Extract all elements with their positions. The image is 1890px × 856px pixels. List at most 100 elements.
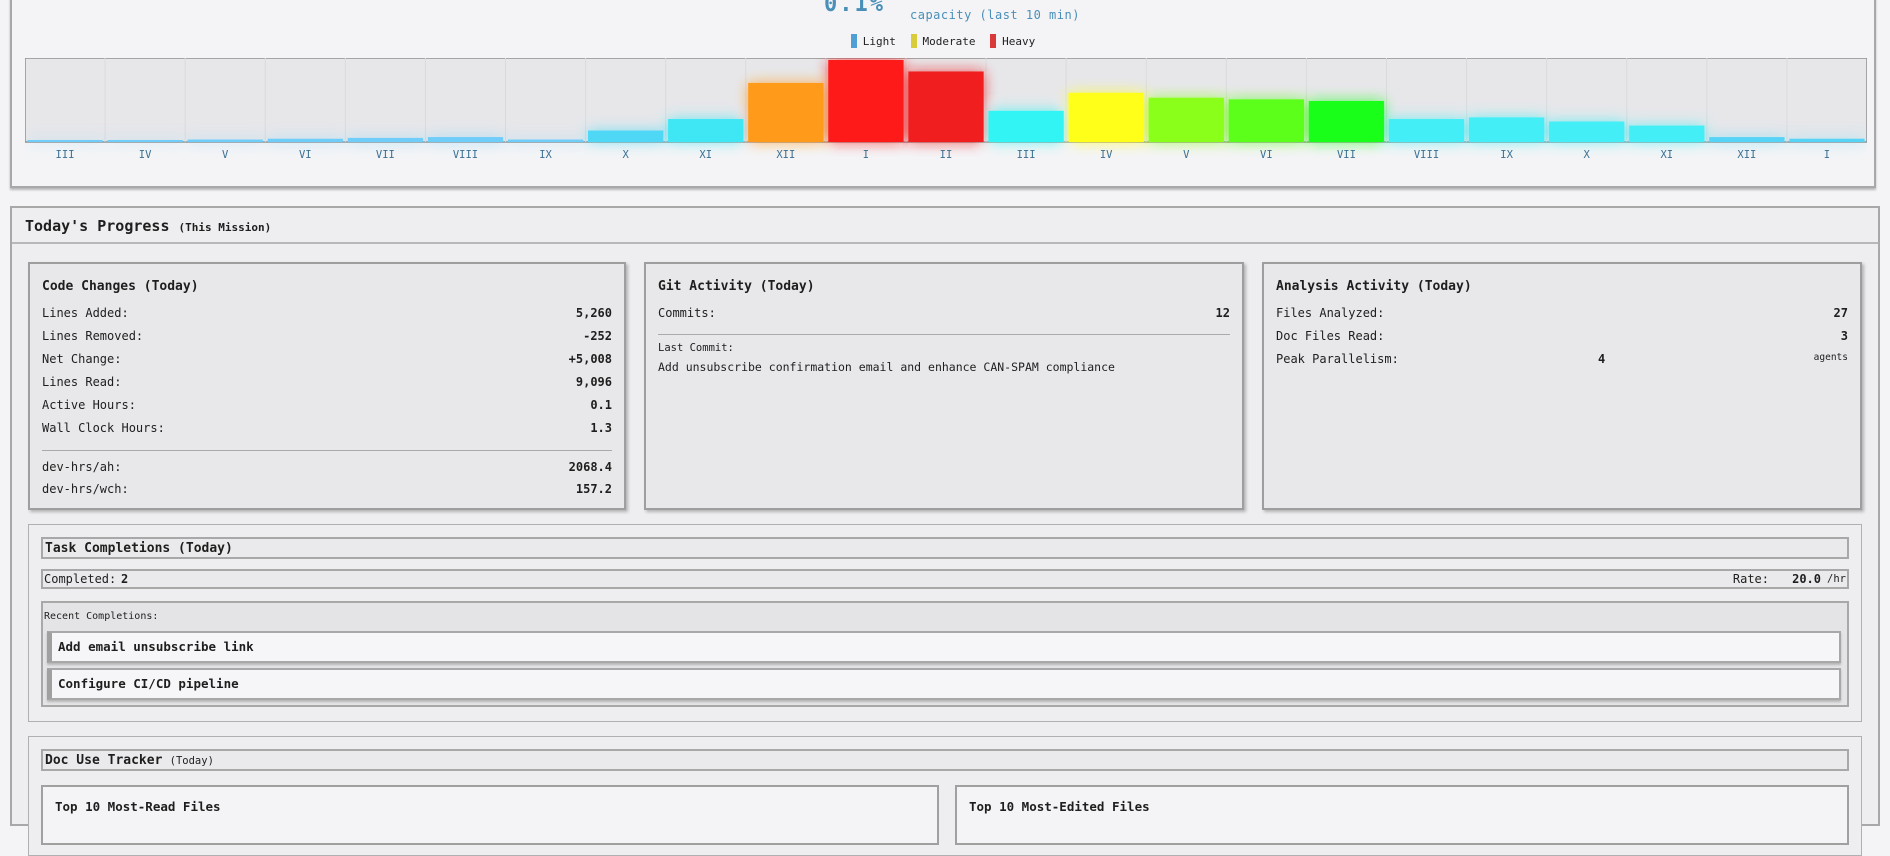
x-tick-label: X xyxy=(622,149,629,161)
legend-moderate: Moderate xyxy=(910,34,975,48)
chart-bar[interactable] xyxy=(107,140,183,142)
recent-completions-box: Recent Completions: Add email unsubscrib… xyxy=(41,601,1849,707)
chart-bar[interactable] xyxy=(27,140,103,142)
chart-bar[interactable] xyxy=(427,137,504,142)
stat-label: Lines Removed: xyxy=(42,329,144,343)
progress-panel: Today's Progress (This Mission) Code Cha… xyxy=(10,206,1880,856)
last-commit-message: Add unsubscribe confirmation email and e… xyxy=(658,360,1115,374)
x-tick-label: VIII xyxy=(1414,149,1439,161)
x-tick-label: VI xyxy=(1260,149,1273,161)
chart-bar[interactable] xyxy=(1388,119,1465,142)
x-tick-label: X xyxy=(1584,149,1591,161)
chart-bar[interactable] xyxy=(828,60,904,142)
chart-bar[interactable] xyxy=(1308,101,1385,142)
code-changes-card: Code Changes (Today) Lines Added: 5,260 … xyxy=(28,262,626,510)
chart-bar[interactable] xyxy=(507,139,584,142)
commits-row: Commits: 12 xyxy=(658,306,1230,324)
chart-bar[interactable] xyxy=(1468,117,1545,142)
recent-completion-item[interactable]: Add email unsubscribe link xyxy=(47,631,1841,663)
x-tick-label: I xyxy=(1824,149,1830,161)
peak-parallelism-value: 4 xyxy=(1598,352,1606,366)
legend-swatch-moderate xyxy=(910,34,917,48)
recent-completions-label: Recent Completions: xyxy=(44,611,159,622)
commits-label: Commits: xyxy=(658,306,716,320)
chart-bar[interactable] xyxy=(588,130,664,142)
doc-use-tracker-panel: Doc Use Tracker (Today) Top 10 Most-Read… xyxy=(28,736,1862,856)
chart-legend: Light Moderate Heavy xyxy=(12,34,1874,51)
chart-bar[interactable] xyxy=(1549,121,1625,143)
peak-parallelism-label: Peak Parallelism: xyxy=(1276,352,1399,366)
legend-swatch-light xyxy=(850,34,857,48)
x-tick-label: IX xyxy=(1500,149,1513,161)
x-tick-label: III xyxy=(1017,149,1036,161)
peak-parallelism-unit: agents xyxy=(1813,352,1848,363)
capacity-chart-svg: III IV V VI VII VIII IX X XI XII I II III IV V VI VII VII… xyxy=(25,58,1867,161)
capacity-value: 0.1% xyxy=(824,0,885,17)
x-tick-label: XI xyxy=(1660,149,1673,161)
progress-subtitle: (This Mission) xyxy=(178,221,272,234)
chart-bar[interactable] xyxy=(1228,99,1304,142)
chart-bar[interactable] xyxy=(1148,97,1224,142)
ratio-row: dev-hrs/ah: 2068.4 xyxy=(42,460,612,478)
most-edited-files-card: Top 10 Most-Edited Files xyxy=(955,785,1849,845)
commits-value: 12 xyxy=(1215,306,1230,320)
capacity-header: 0.1% capacity (last 10 min) xyxy=(12,0,1874,26)
stat-value: 5,260 xyxy=(575,306,612,320)
chart-bar[interactable] xyxy=(187,139,263,142)
x-tick-label: IV xyxy=(139,149,152,161)
x-tick-label: XII xyxy=(1737,149,1756,161)
x-tick-label: IX xyxy=(539,149,552,161)
chart-bar[interactable] xyxy=(908,71,984,142)
most-read-files-card: Top 10 Most-Read Files xyxy=(41,785,939,845)
progress-header: Today's Progress (This Mission) xyxy=(12,208,1878,244)
x-tick-label: VII xyxy=(376,149,395,161)
files-analyzed-value: 27 xyxy=(1833,306,1848,320)
stat-label: Wall Clock Hours: xyxy=(42,421,165,435)
capacity-panel: 0.1% capacity (last 10 min) Light Modera… xyxy=(10,0,1876,188)
x-tick-label: XII xyxy=(776,149,795,161)
ratio-value: 2068.4 xyxy=(568,460,612,474)
ratio-label: dev-hrs/ah: xyxy=(42,460,122,474)
x-tick-label: IV xyxy=(1100,149,1113,161)
x-tick-label: VI xyxy=(299,149,312,161)
x-tick-label: V xyxy=(222,149,229,161)
legend-heavy: Heavy xyxy=(990,34,1035,48)
legend-label-light: Light xyxy=(862,34,896,48)
ratio-label: dev-hrs/wch: xyxy=(42,482,129,496)
stat-label: Active Hours: xyxy=(42,398,136,412)
stat-row: Net Change: +5,008 xyxy=(42,352,612,370)
stat-row: Active Hours: 0.1 xyxy=(42,398,612,416)
stat-value: 9,096 xyxy=(575,375,612,389)
files-analyzed-row: Files Analyzed: 27 xyxy=(1276,306,1848,324)
x-tick-label: I xyxy=(863,149,869,161)
stat-label: Lines Read: xyxy=(42,375,122,389)
divider xyxy=(658,334,1230,335)
x-tick-label: III xyxy=(56,149,75,161)
chart-bar[interactable] xyxy=(988,110,1064,142)
chart-bar[interactable] xyxy=(1789,138,1865,142)
completed-value: 2 xyxy=(121,572,129,586)
stat-label: Net Change: xyxy=(42,352,122,366)
chart-bar[interactable] xyxy=(1709,137,1785,142)
completed-label: Completed: xyxy=(44,572,117,586)
stat-value: 1.3 xyxy=(590,421,612,435)
recent-completion-item[interactable]: Configure CI/CD pipeline xyxy=(47,668,1841,700)
divider xyxy=(42,450,612,451)
legend-label-heavy: Heavy xyxy=(1002,34,1036,48)
x-tick-label: XI xyxy=(699,149,712,161)
stat-value: +5,008 xyxy=(568,352,612,366)
chart-bar[interactable] xyxy=(1068,92,1144,142)
chart-bar[interactable] xyxy=(347,137,424,142)
legend-light: Light xyxy=(850,34,896,48)
chart-bar[interactable] xyxy=(267,138,343,142)
capacity-chart: III IV V VI VII VIII IX X XI XII I II III IV V VI VII VII… xyxy=(25,58,1867,176)
task-completions-panel: Task Completions (Today) Completed: 2 Ra… xyxy=(28,524,1862,722)
rate-label: Rate: xyxy=(1732,572,1769,586)
chart-bar[interactable] xyxy=(748,82,824,142)
code-changes-title: Code Changes (Today) xyxy=(42,279,199,294)
stat-label: Lines Added: xyxy=(42,306,129,320)
chart-bar[interactable] xyxy=(1629,125,1705,142)
task-stats-bar: Completed: 2 Rate: 20.0 /hr xyxy=(41,569,1849,589)
chart-bar[interactable] xyxy=(668,119,744,142)
x-tick-label: V xyxy=(1183,149,1190,161)
